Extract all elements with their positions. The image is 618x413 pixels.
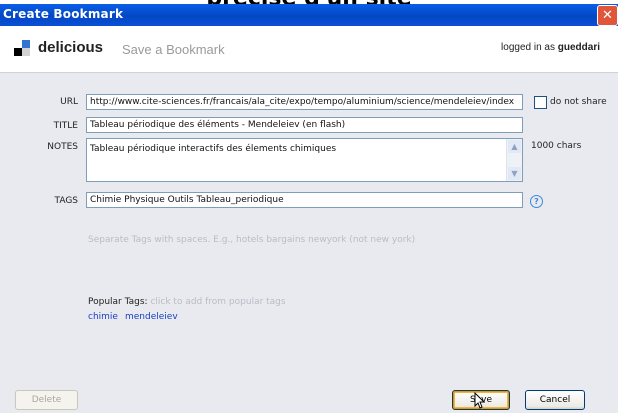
mouse-cursor-icon	[474, 392, 486, 409]
window-titlebar: Create Bookmark ✕	[0, 4, 618, 26]
title-label: TITLE	[53, 121, 78, 131]
bookmark-dialog: delicious Save a Bookmark logged in as g…	[0, 26, 618, 413]
do-not-share-checkbox[interactable]	[534, 96, 547, 109]
logo-square-bottom-left	[14, 48, 22, 56]
delete-button[interactable]: Delete	[15, 390, 78, 410]
popular-tag-mendeleiev[interactable]: mendeleiev	[125, 312, 178, 322]
close-icon[interactable]: ✕	[597, 5, 618, 26]
popular-tags-label: Popular Tags:	[88, 297, 148, 307]
popular-tag-chimie[interactable]: chimie	[88, 312, 118, 322]
tags-input[interactable]: Chimie Physique Outils Tableau_periodiqu…	[86, 192, 523, 208]
notes-text: Tableau périodique interactifs des éleme…	[90, 144, 337, 154]
scroll-down-icon[interactable]: ▼	[508, 167, 521, 180]
login-prefix: logged in as	[501, 42, 555, 53]
help-icon[interactable]: ?	[530, 195, 543, 208]
cancel-button[interactable]: Cancel	[525, 390, 585, 410]
title-input[interactable]: Tableau périodique des éléments - Mendel…	[86, 117, 523, 133]
url-label: URL	[60, 97, 78, 107]
notes-label: NOTES	[47, 142, 78, 152]
page-subtitle: Save a Bookmark	[122, 42, 225, 57]
notes-scrollbar[interactable]: ▲ ▼	[506, 139, 522, 181]
do-not-share-label: do not share	[550, 97, 607, 107]
tags-hint: Separate Tags with spaces. E.g., hotels …	[88, 235, 416, 245]
url-input[interactable]: http://www.cite-sciences.fr/francais/ala…	[86, 94, 523, 110]
dialog-header: delicious Save a Bookmark logged in as g…	[0, 26, 618, 73]
delicious-logo-icon	[14, 40, 30, 56]
notes-char-count: 1000 chars	[531, 141, 582, 151]
logo-square-top-right	[22, 40, 30, 48]
window-title: Create Bookmark	[3, 7, 124, 21]
brand-name: delicious	[38, 39, 104, 56]
login-status: logged in as gueddari	[501, 42, 600, 53]
popular-tags-header: Popular Tags: click to add from popular …	[88, 297, 286, 307]
tags-label: TAGS	[54, 196, 78, 206]
notes-textarea[interactable]: Tableau périodique interactifs des éleme…	[86, 138, 523, 182]
popular-tags-hint: click to add from popular tags	[150, 297, 286, 307]
scroll-up-icon[interactable]: ▲	[508, 140, 521, 153]
logo-square-bottom-right	[22, 48, 30, 56]
username: gueddari	[557, 42, 600, 53]
